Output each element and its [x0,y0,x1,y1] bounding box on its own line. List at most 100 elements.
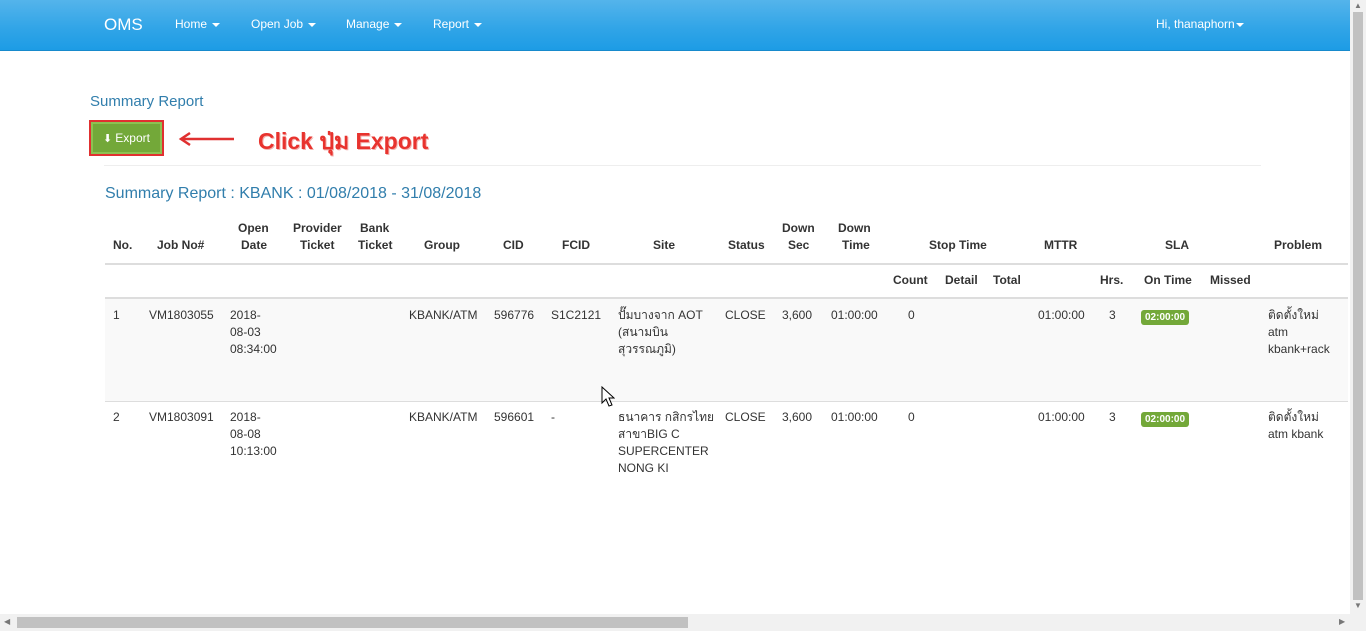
vertical-scrollbar-thumb[interactable] [1353,12,1363,600]
caret-down-icon [212,22,221,27]
nav-home[interactable]: Home [175,17,221,31]
th-down-sec-1: Down [782,221,815,235]
cell-group: KBANK/ATM [409,410,478,424]
th-provider-ticket-2: Ticket [300,238,335,252]
cell-hrs: 3 [1109,308,1116,322]
th-count: Count [893,273,928,287]
report-title: Summary Report : KBANK : 01/08/2018 - 31… [105,185,482,202]
cell-fcid: - [551,410,555,424]
cell-fcid: S1C2121 [551,308,602,322]
cell-status: CLOSE [725,410,766,424]
th-site: Site [653,238,676,252]
th-no: No. [113,238,133,252]
nav-manage[interactable]: Manage [346,17,403,31]
th-problem: Problem [1274,238,1323,252]
cell-open-date: 10:13:00 [230,444,277,458]
th-missed: Missed [1210,273,1251,287]
page-title: Summary Report [90,93,204,110]
cell-mttr: 01:00:00 [1038,410,1085,424]
cell-site: (สนามบิน [618,325,668,339]
th-open-date-1: Open [238,221,269,235]
th-mttr: MTTR [1044,238,1078,252]
caret-down-icon [1235,22,1244,27]
horizontal-scrollbar-thumb[interactable] [17,617,688,628]
cell-down-time: 01:00:00 [831,308,878,322]
cell-site: ปั๊มบางจาก AOT [618,308,703,322]
caret-down-icon [474,22,483,27]
cell-down-sec: 3,600 [782,308,813,322]
nav-report-label: Report [433,17,470,31]
brand-logo[interactable]: OMS [104,15,143,35]
cell-down-time: 01:00:00 [831,410,878,424]
cell-problem: atm [1268,325,1289,339]
cell-hrs: 3 [1109,410,1116,424]
th-down-time-1: Down [838,221,871,235]
cell-count: 0 [908,308,915,322]
cell-cid: 596776 [494,308,535,322]
instruction-annotation: Click ปุ่ม Export [258,128,429,154]
th-down-sec-2: Sec [788,238,810,252]
nav-manage-label: Manage [346,17,390,31]
arrow-left-icon [178,131,234,147]
th-detail: Detail [945,273,978,287]
th-down-time-2: Time [842,238,870,252]
cell-site: สุวรรณภูมิ) [618,342,676,356]
cell-problem: atm kbank [1268,427,1324,441]
cell-open-date: 2018- [230,410,261,424]
th-job-no: Job No# [157,238,205,252]
nav-home-label: Home [175,17,208,31]
cell-no: 2 [113,410,120,424]
table-row[interactable] [105,402,1348,614]
th-fcid: FCID [562,238,590,252]
th-total: Total [993,273,1021,287]
user-menu-label: Hi, thanaphorn [1156,17,1235,31]
th-cid: CID [503,238,524,252]
cell-job-no: VM1803055 [149,308,214,322]
cell-cid: 596601 [494,410,535,424]
export-button[interactable]: ⬇ Export [89,120,164,156]
th-bank-ticket-2: Ticket [358,238,393,252]
cell-open-date: 2018- [230,308,261,322]
scroll-left-icon[interactable]: ◀ [4,617,10,626]
cell-no: 1 [113,308,120,322]
th-on-time: On Time [1144,273,1192,287]
cell-mttr: 01:00:00 [1038,308,1085,322]
cell-down-sec: 3,600 [782,410,813,424]
th-hrs: Hrs. [1100,273,1124,287]
cell-status: CLOSE [725,308,766,322]
cell-site: ธนาคาร กสิกรไทย [618,410,715,424]
mouse-cursor-icon [601,386,615,407]
divider [104,165,1261,166]
th-sla: SLA [1165,238,1189,252]
cell-open-date: 08-03 [230,325,261,339]
cell-open-date: 08:34:00 [230,342,277,356]
cell-count: 0 [908,410,915,424]
cell-problem: ติดตั้งใหม่ [1268,308,1319,322]
download-icon: ⬇ [103,132,113,145]
nav-report[interactable]: Report [433,17,483,31]
user-menu[interactable]: Hi, thanaphorn [1156,17,1244,31]
th-group: Group [424,238,460,252]
scroll-right-icon[interactable]: ▶ [1339,617,1345,626]
cell-open-date: 08-08 [230,427,261,441]
on-time-badge: 02:00:00 [1141,310,1190,325]
caret-down-icon [394,22,403,27]
scroll-down-icon[interactable]: ▼ [1354,601,1362,610]
header-divider [105,263,1348,265]
cell-group: KBANK/ATM [409,308,478,322]
th-open-date-2: Date [241,238,268,252]
cell-site: NONG KI [618,461,669,475]
on-time-badge: 02:00:00 [1141,412,1190,427]
nav-open-job-label: Open Job [251,17,304,31]
cell-job-no: VM1803091 [149,410,214,424]
cell-problem: kbank+rack [1268,342,1330,356]
scroll-up-icon[interactable]: ▲ [1354,1,1362,10]
top-navbar: OMS Home Open Job Manage Report Hi, than… [0,0,1366,51]
th-stop-time: Stop Time [929,238,987,252]
th-provider-ticket-1: Provider [293,221,342,235]
export-button-label: Export [115,131,150,145]
cell-site: SUPERCENTER [618,444,709,458]
th-bank-ticket-1: Bank [360,221,390,235]
cell-site: สาขาBIG C [618,427,680,441]
nav-open-job[interactable]: Open Job [251,17,317,31]
